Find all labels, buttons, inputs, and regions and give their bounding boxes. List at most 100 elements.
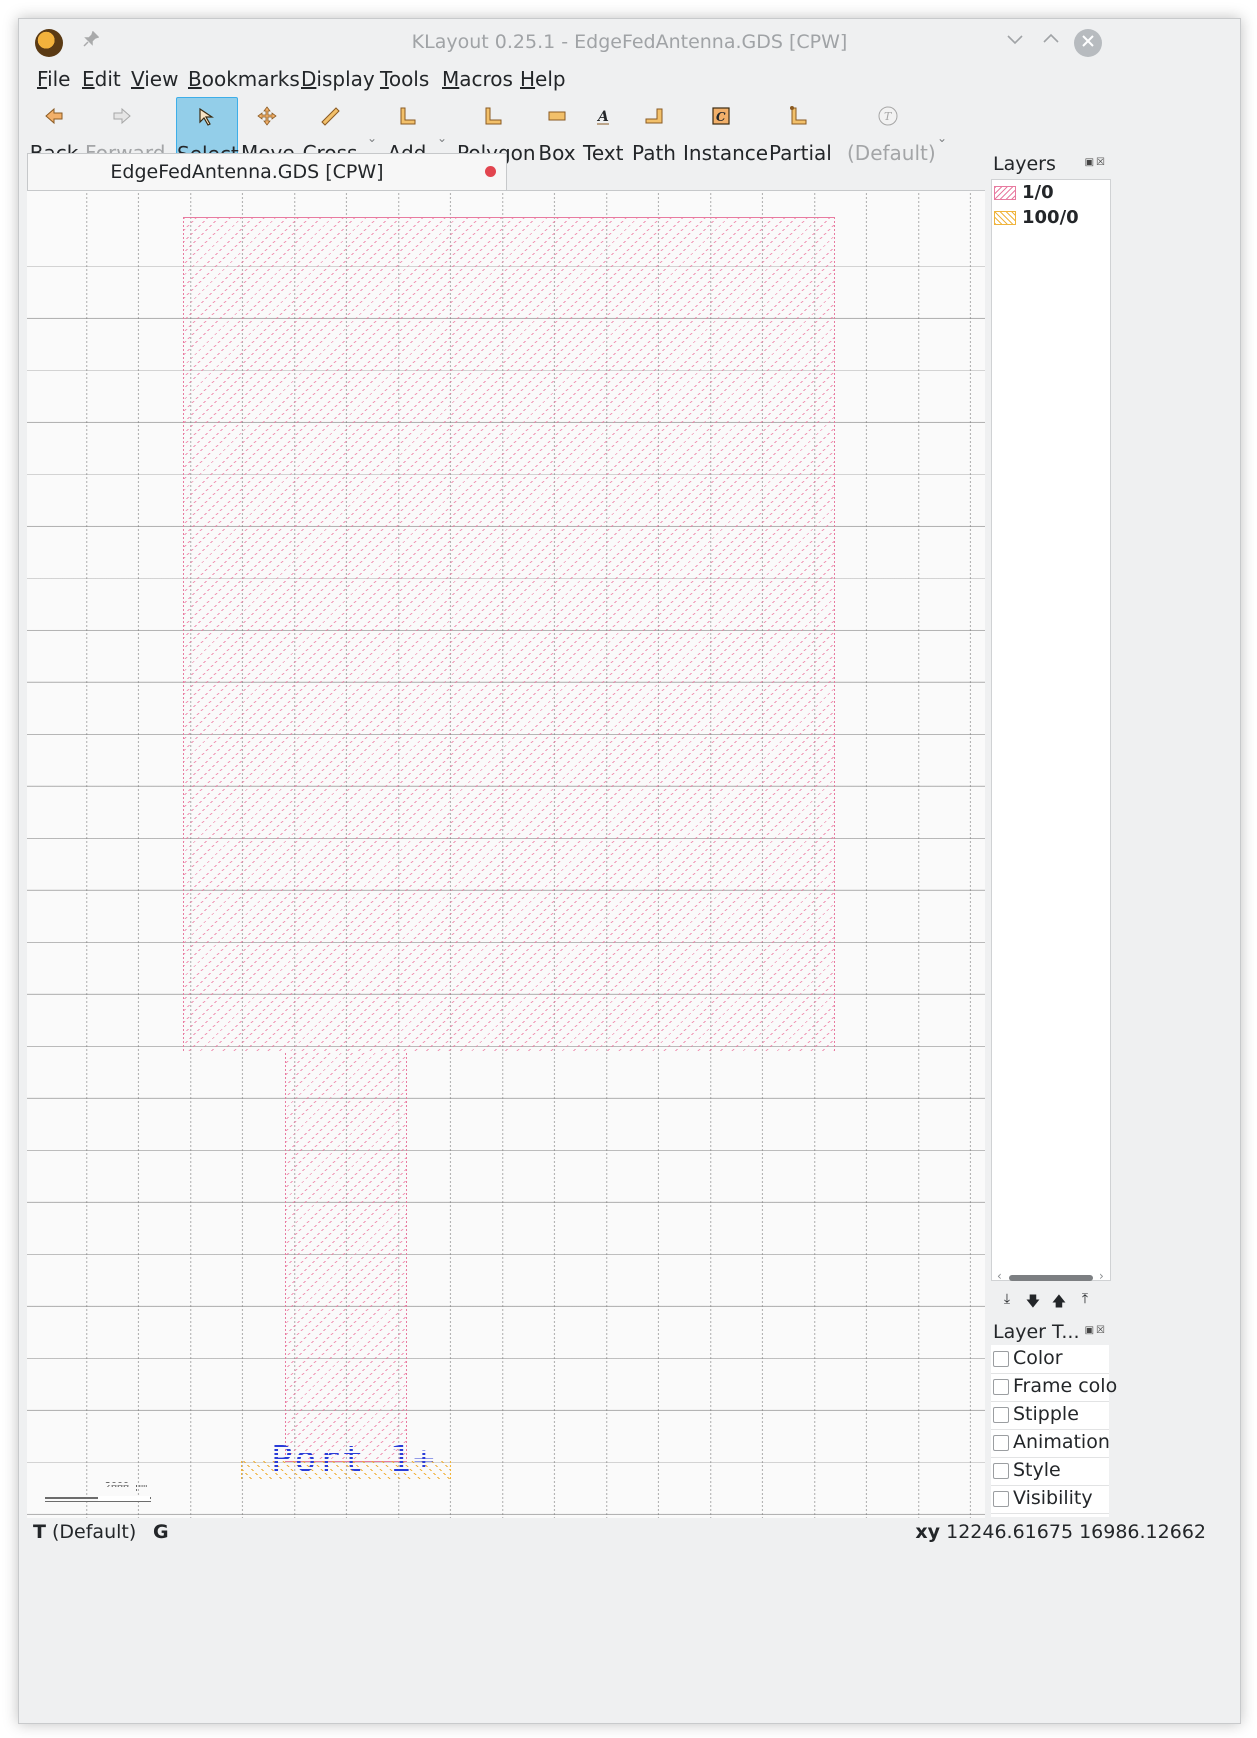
scroll-left-icon[interactable]: ‹	[997, 1269, 1002, 1283]
toolbox-label: Style	[1013, 1459, 1061, 1481]
status-mode-text: (Default)	[52, 1521, 137, 1543]
default-dropdown-icon[interactable]: ⌄	[937, 131, 947, 145]
panel-float-close-icon[interactable]: ▣☒	[1085, 1325, 1107, 1336]
instance-button[interactable]: C Instance	[683, 97, 769, 167]
status-mode: T (Default)	[33, 1521, 136, 1543]
menu-help[interactable]: Help	[520, 67, 566, 91]
layer-name: 100/0	[1022, 207, 1079, 228]
polygon-icon	[485, 107, 502, 125]
checkbox[interactable]	[993, 1351, 1009, 1367]
maximize-button[interactable]	[1037, 29, 1065, 57]
panel-float-close-icon[interactable]: ▣☒	[1085, 157, 1107, 168]
layer-toolbox-list: Color Frame colo Stipple Animation Style…	[991, 1345, 1117, 1517]
layout-canvas[interactable]: Port 1+ 2000 µm	[27, 190, 985, 1518]
menu-bookmarks[interactable]: Bookmarks	[188, 67, 300, 91]
antenna-patch-shape[interactable]	[183, 217, 835, 1053]
layers-panel-header: Layers ▣☒	[991, 153, 1109, 177]
layer-toolbox-header: Layer T... ▣☒	[991, 1321, 1109, 1345]
cross-dropdown-icon[interactable]: ⌄	[367, 131, 377, 145]
klayout-window: KLayout 0.25.1 - EdgeFedAntenna.GDS [CPW…	[18, 18, 1241, 1724]
status-grid: G	[153, 1521, 169, 1543]
arrow-left-icon	[45, 107, 63, 125]
menu-tools[interactable]: Tools	[380, 67, 429, 91]
instance-label: Instance	[683, 141, 769, 165]
menu-view[interactable]: View	[131, 67, 178, 91]
arrow-right-icon	[113, 107, 131, 125]
minimize-button[interactable]	[1001, 29, 1029, 57]
layer-toolbox-title: Layer T...	[993, 1321, 1080, 1343]
status-coordinates: xy 12246.61675 16986.12662	[915, 1521, 1206, 1543]
toolbox-visibility[interactable]: Visibility	[991, 1485, 1109, 1514]
checkbox[interactable]	[993, 1463, 1009, 1479]
move-arrows-icon	[257, 106, 277, 126]
layer-name: 1/0	[1022, 182, 1054, 203]
partial-icon	[790, 106, 807, 125]
checkbox[interactable]	[993, 1379, 1009, 1395]
text-style-icon: T	[878, 106, 898, 126]
toolbox-frame-color[interactable]: Frame colo	[991, 1373, 1117, 1402]
toolbox-stipple[interactable]: Stipple	[991, 1401, 1109, 1430]
path-icon	[645, 108, 663, 124]
menu-display[interactable]: Display	[301, 67, 375, 91]
status-xy-label: xy	[915, 1521, 941, 1543]
title-bar: KLayout 0.25.1 - EdgeFedAntenna.GDS [CPW…	[19, 19, 1240, 65]
default-style-label: (Default)	[847, 141, 936, 165]
document-tab[interactable]: EdgeFedAntenna.GDS [CPW]	[27, 153, 507, 190]
status-mode-letter: T	[33, 1521, 46, 1543]
chevron-down-icon	[1007, 35, 1023, 45]
close-icon	[1082, 35, 1094, 47]
partial-button[interactable]: Partial	[769, 97, 832, 167]
layer-swatch-icon	[994, 186, 1016, 200]
text-tool-icon: A	[596, 109, 609, 125]
toolbox-label: Stipple	[1013, 1403, 1079, 1425]
tab-close-icon[interactable]	[485, 166, 496, 177]
layer-swatch-icon	[994, 211, 1016, 225]
add-ruler-icon	[400, 107, 416, 125]
checkbox[interactable]	[993, 1435, 1009, 1451]
status-bar: T (Default) G xy 12246.61675 16986.12662	[19, 1519, 1240, 1549]
scroll-right-icon[interactable]: ›	[1099, 1269, 1104, 1283]
layers-list: 1/0 100/0	[991, 179, 1111, 1281]
toolbox-label: Frame colo	[1013, 1375, 1118, 1397]
move-to-top-icon[interactable]: ⤒	[1075, 1291, 1095, 1307]
scale-bar	[45, 1495, 151, 1502]
svg-text:A: A	[596, 109, 609, 125]
menu-macros[interactable]: Macros	[442, 67, 513, 91]
toolbox-label: Visibility	[1013, 1487, 1093, 1509]
path-label: Path	[632, 141, 676, 165]
path-button[interactable]: Path	[631, 97, 677, 167]
layer-order-buttons: ⤓ 🡇 🡅 ⤒	[995, 1291, 1107, 1311]
ruler-icon	[321, 107, 340, 126]
scale-label: 2000 µm	[105, 1481, 148, 1492]
menu-file[interactable]: File	[37, 67, 70, 91]
move-down-icon[interactable]: 🡇	[1023, 1291, 1043, 1315]
layers-horizontal-scrollbar[interactable]: ‹ ›	[995, 1269, 1107, 1285]
default-style-button[interactable]: T (Default)	[847, 97, 936, 167]
checkbox[interactable]	[993, 1407, 1009, 1423]
feed-line-shape[interactable]	[285, 1051, 407, 1462]
chevron-up-icon	[1043, 33, 1059, 43]
text-label: Text	[583, 141, 624, 165]
layers-panel-title: Layers	[993, 153, 1056, 175]
close-button[interactable]	[1074, 29, 1102, 57]
box-button[interactable]: Box	[535, 97, 579, 167]
toolbox-animation[interactable]: Animation	[991, 1429, 1110, 1458]
scrollbar-thumb[interactable]	[1009, 1275, 1093, 1281]
checkbox[interactable]	[993, 1491, 1009, 1507]
menu-edit[interactable]: Edit	[82, 67, 121, 91]
toolbox-label: Color	[1013, 1347, 1063, 1369]
move-to-bottom-icon[interactable]: ⤓	[997, 1291, 1017, 1307]
box-icon	[548, 111, 566, 121]
toolbox-label: Animation	[1013, 1431, 1110, 1453]
toolbox-color[interactable]: Color	[991, 1345, 1109, 1374]
toolbox-style[interactable]: Style	[991, 1457, 1109, 1486]
text-button[interactable]: A Text	[583, 97, 623, 167]
partial-label: Partial	[769, 141, 832, 165]
cursor-icon	[199, 107, 214, 126]
instance-icon: C	[712, 107, 730, 125]
svg-text:C: C	[716, 110, 726, 124]
status-xy-value: 12246.61675 16986.12662	[946, 1521, 1206, 1543]
port-label[interactable]: Port 1+	[271, 1439, 437, 1480]
move-up-icon[interactable]: 🡅	[1049, 1291, 1069, 1315]
add-dropdown-icon[interactable]: ⌄	[437, 131, 447, 145]
